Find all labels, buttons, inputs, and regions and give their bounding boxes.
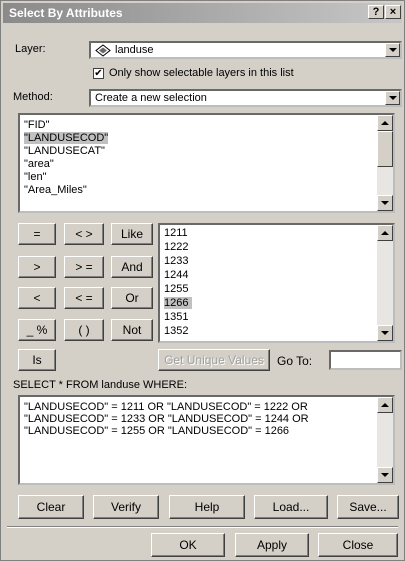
field-item[interactable]: "len" [24,171,47,183]
field-item[interactable]: "area" [24,158,54,170]
method-label: Method: [13,91,53,103]
layer-value: landuse [115,44,154,56]
ok-button[interactable]: OK [151,533,225,557]
like-button[interactable]: Like [111,223,153,245]
field-item-selected[interactable]: "LANDUSECOD" [24,132,109,144]
is-button[interactable]: Is [18,349,56,371]
query-textarea[interactable]: "LANDUSECOD" = 1211 OR "LANDUSECOD" = 12… [18,395,395,485]
value-item[interactable]: 1244 [164,269,188,281]
get-unique-values-button[interactable]: Get Unique Values [158,349,270,371]
selectable-layers-label: Only show selectable layers in this list [109,67,294,79]
query-label: SELECT * FROM landuse WHERE: [13,379,188,391]
scroll-up-icon[interactable] [377,115,393,131]
parentheses-button[interactable]: ( ) [64,319,104,341]
value-item[interactable]: 1351 [164,311,188,323]
method-value: Create a new selection [95,92,207,104]
layer-dropdown[interactable]: landuse [89,41,402,59]
equals-button[interactable]: = [18,223,56,245]
value-item[interactable]: 1352 [164,325,188,337]
scroll-down-icon[interactable] [377,325,393,341]
wildcard-button[interactable]: _ % [18,319,56,341]
goto-label: Go To: [277,354,313,368]
scroll-up-icon[interactable] [377,397,393,413]
scroll-down-icon[interactable] [377,467,393,483]
value-item[interactable]: 1222 [164,241,188,253]
method-dropdown-arrow-icon[interactable] [385,91,400,105]
clear-button[interactable]: Clear [18,495,84,519]
fields-list[interactable]: "FID" "LANDUSECOD" "LANDUSECAT" "area" "… [18,113,395,213]
not-equal-button[interactable]: < > [64,223,104,245]
title-bar[interactable]: Select By Attributes ? × [3,3,402,23]
scroll-up-icon[interactable] [377,225,393,241]
window-title: Select By Attributes [9,6,123,20]
separator [7,526,398,528]
verify-button[interactable]: Verify [93,495,159,519]
less-equal-button[interactable]: < = [64,287,104,309]
values-list[interactable]: 1211 1222 1233 1244 1255 1266 1351 1352 [158,223,395,343]
close-icon[interactable]: × [385,5,401,19]
field-item[interactable]: "Area_Miles" [24,184,87,196]
value-item[interactable]: 1255 [164,283,188,295]
apply-button[interactable]: Apply [235,533,309,557]
query-scrollbar[interactable] [377,397,393,483]
help-button[interactable]: Help [169,495,245,519]
selectable-layers-checkbox[interactable]: ✔ [93,68,104,79]
greater-than-button[interactable]: > [18,256,56,278]
values-scrollbar[interactable] [377,225,393,341]
help-icon[interactable]: ? [368,5,384,19]
less-than-button[interactable]: < [18,287,56,309]
and-button[interactable]: And [111,256,153,278]
load-button[interactable]: Load... [254,495,328,519]
select-by-attributes-dialog: Select By Attributes ? × Layer: landuse … [0,0,405,561]
value-item[interactable]: 1233 [164,255,188,267]
value-item-selected[interactable]: 1266 [164,297,193,309]
query-line: "LANDUSECOD" = 1211 OR "LANDUSECOD" = 12… [24,401,308,413]
fields-scrollbar[interactable] [377,115,393,211]
not-button[interactable]: Not [111,319,153,341]
scroll-down-icon[interactable] [377,195,393,211]
value-item[interactable]: 1211 [164,227,188,239]
layer-dropdown-arrow-icon[interactable] [385,43,400,57]
method-dropdown[interactable]: Create a new selection [89,89,402,107]
save-button[interactable]: Save... [337,495,399,519]
greater-equal-button[interactable]: > = [64,256,104,278]
field-item[interactable]: "LANDUSECAT" [24,145,105,157]
layer-label: Layer: [15,43,46,55]
close-button[interactable]: Close [318,533,398,557]
query-line: "LANDUSECOD" = 1233 OR "LANDUSECOD" = 12… [24,413,309,425]
layer-icon [95,44,111,57]
scroll-thumb[interactable] [377,131,393,167]
field-item[interactable]: "FID" [24,119,50,131]
or-button[interactable]: Or [111,287,153,309]
goto-input[interactable] [329,350,402,370]
query-line: "LANDUSECOD" = 1255 OR "LANDUSECOD" = 12… [24,425,290,437]
